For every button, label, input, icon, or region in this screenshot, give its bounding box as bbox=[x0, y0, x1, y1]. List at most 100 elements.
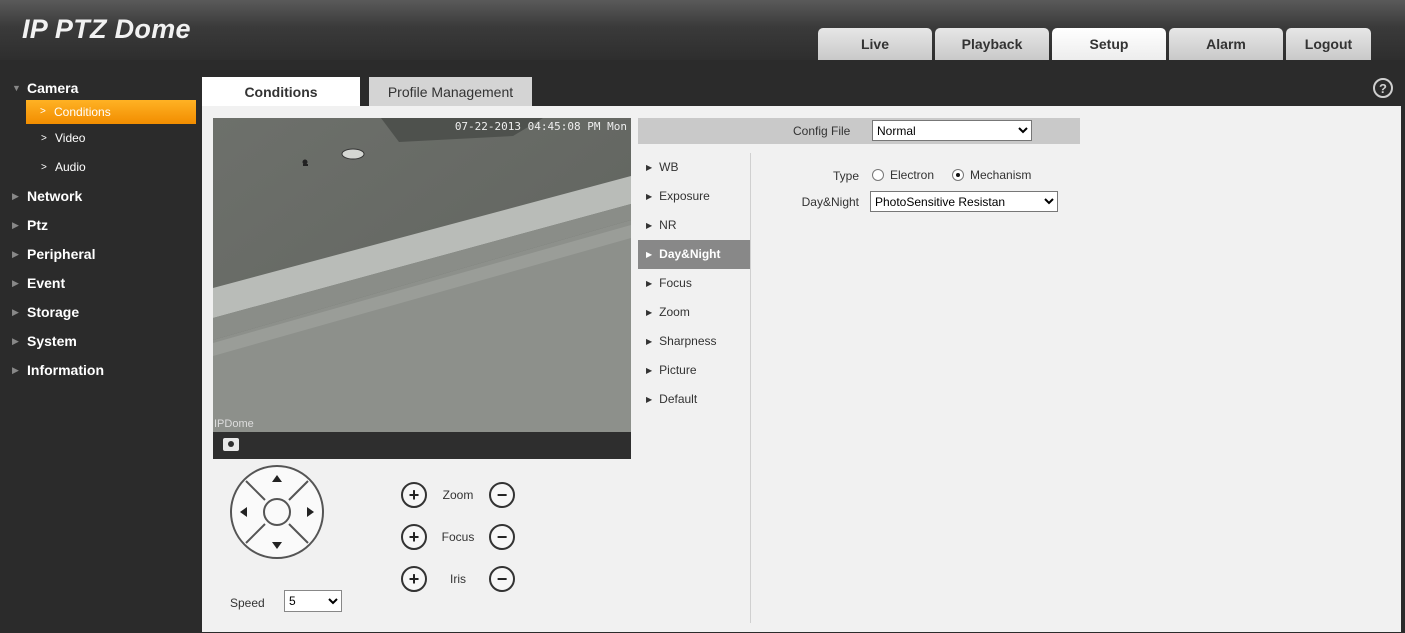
caret-right-icon: ▶ bbox=[646, 192, 653, 201]
sidebar-item-video[interactable]: > Video bbox=[0, 124, 200, 153]
caret-right-icon: ▶ bbox=[646, 308, 653, 317]
caret-right-icon: ▶ bbox=[646, 279, 653, 288]
sidebar-item-audio[interactable]: > Audio bbox=[0, 153, 200, 182]
sidebar-item-label: Video bbox=[55, 131, 86, 145]
sidebar-group-storage[interactable]: ▶ Storage bbox=[0, 298, 200, 327]
video-toolbar bbox=[213, 432, 631, 459]
menu-item-focus[interactable]: ▶ Focus bbox=[638, 269, 750, 298]
triangle-right-icon: ▶ bbox=[12, 249, 19, 259]
ptz-direction-pad[interactable] bbox=[230, 465, 324, 559]
config-file-label: Config File bbox=[793, 124, 851, 138]
sidebar-group-ptz[interactable]: ▶ Ptz bbox=[0, 211, 200, 240]
triangle-right-icon: ▶ bbox=[12, 336, 19, 346]
type-radio-electron[interactable]: Electron bbox=[872, 168, 934, 182]
app-header: IP PTZ Dome Live Playback Setup Alarm Lo… bbox=[0, 0, 1405, 60]
camera-icon[interactable] bbox=[223, 438, 239, 451]
iris-label: Iris bbox=[450, 572, 466, 586]
menu-item-daynight[interactable]: ▶ Day&Night bbox=[638, 240, 750, 269]
sidebar-group-label: Event bbox=[27, 275, 66, 291]
radio-button-selected[interactable] bbox=[952, 169, 964, 181]
help-icon[interactable]: ? bbox=[1373, 78, 1393, 98]
iris-close-button[interactable]: − bbox=[489, 566, 515, 592]
triangle-right-icon: ▶ bbox=[12, 307, 19, 317]
sidebar-group-label: Peripheral bbox=[27, 246, 96, 262]
zoom-control: + Zoom − bbox=[401, 482, 515, 508]
triangle-right-icon: ▶ bbox=[12, 220, 19, 230]
video-timestamp: 07-22-2013 04:45:08 PM Mon bbox=[454, 120, 627, 133]
sidebar-group-label: Information bbox=[27, 362, 104, 378]
sidebar-group-information[interactable]: ▶ Information bbox=[0, 356, 200, 385]
triangle-right-icon: ▶ bbox=[12, 278, 19, 288]
menu-item-sharpness[interactable]: ▶ Sharpness bbox=[638, 327, 750, 356]
caret-right-icon: ▶ bbox=[646, 250, 653, 259]
menu-item-wb[interactable]: ▶ WB bbox=[638, 153, 750, 182]
conditions-content: 07-22-2013 04:45:08 PM Mon IPDome Speed … bbox=[202, 106, 1401, 632]
sidebar-group-label: Ptz bbox=[27, 217, 48, 233]
config-file-select[interactable]: Normal bbox=[872, 120, 1032, 141]
arrow-left-icon bbox=[240, 507, 247, 517]
menu-item-nr[interactable]: ▶ NR bbox=[638, 211, 750, 240]
sidebar-group-label: Camera bbox=[27, 80, 79, 96]
menu-item-exposure[interactable]: ▶ Exposure bbox=[638, 182, 750, 211]
sidebar-group-network[interactable]: ▶ Network bbox=[0, 182, 200, 211]
menu-item-zoom[interactable]: ▶ Zoom bbox=[638, 298, 750, 327]
sidebar-group-camera[interactable]: ▼ Camera bbox=[0, 76, 200, 100]
caret-right-icon: ▶ bbox=[646, 337, 653, 346]
app-logo: IP PTZ Dome bbox=[22, 14, 191, 44]
triangle-right-icon: ▶ bbox=[12, 365, 19, 375]
menu-item-default[interactable]: ▶ Default bbox=[638, 385, 750, 414]
sidebar-group-system[interactable]: ▶ System bbox=[0, 327, 200, 356]
tab-conditions[interactable]: Conditions bbox=[202, 77, 360, 106]
speed-label: Speed bbox=[230, 596, 265, 610]
tab-alarm[interactable]: Alarm bbox=[1169, 28, 1283, 60]
type-radio-mechanism[interactable]: Mechanism bbox=[952, 168, 1031, 182]
speed-select[interactable]: 5 bbox=[284, 590, 342, 612]
type-label: Type bbox=[832, 169, 859, 183]
iris-open-button[interactable]: + bbox=[401, 566, 427, 592]
sidebar-item-label: Conditions bbox=[54, 105, 111, 119]
sidebar-group-peripheral[interactable]: ▶ Peripheral bbox=[0, 240, 200, 269]
triangle-down-icon: ▼ bbox=[12, 83, 21, 93]
zoom-label: Zoom bbox=[442, 488, 474, 502]
video-osd-name: IPDome bbox=[214, 418, 254, 430]
sidebar-item-label: Audio bbox=[55, 160, 86, 174]
triangle-right-icon: ▶ bbox=[12, 191, 19, 201]
top-nav: Live Playback Setup Alarm Logout bbox=[818, 28, 1371, 60]
arrow-right-icon bbox=[307, 507, 314, 517]
main-panel: Conditions Profile Management ? 07-22-20… bbox=[200, 60, 1403, 632]
daynight-label: Day&Night bbox=[801, 195, 859, 209]
chevron-right-icon: > bbox=[40, 106, 46, 117]
focus-label: Focus bbox=[441, 530, 475, 544]
sidebar-item-conditions[interactable]: > Conditions bbox=[26, 100, 196, 124]
zoom-out-button[interactable]: − bbox=[489, 482, 515, 508]
caret-right-icon: ▶ bbox=[646, 221, 653, 230]
zoom-in-button[interactable]: + bbox=[401, 482, 427, 508]
video-scene bbox=[213, 118, 631, 432]
config-file-bar: Config File Normal bbox=[638, 118, 1080, 144]
chevron-right-icon: > bbox=[41, 162, 47, 173]
tab-live[interactable]: Live bbox=[818, 28, 932, 60]
arrow-down-icon bbox=[272, 542, 282, 549]
focus-control: + Focus − bbox=[401, 524, 515, 550]
condition-side-menu: ▶ WB ▶ Exposure ▶ NR ▶ Day&Night ▶ Focus ▶ Zoo… bbox=[638, 153, 751, 623]
focus-near-button[interactable]: + bbox=[401, 524, 427, 550]
tab-logout[interactable]: Logout bbox=[1286, 28, 1371, 60]
chevron-right-icon: > bbox=[41, 133, 47, 144]
menu-item-picture[interactable]: ▶ Picture bbox=[638, 356, 750, 385]
tab-profile-management[interactable]: Profile Management bbox=[369, 77, 532, 106]
focus-far-button[interactable]: − bbox=[489, 524, 515, 550]
tab-setup[interactable]: Setup bbox=[1052, 28, 1166, 60]
sidebar-group-label: Network bbox=[27, 188, 83, 204]
sidebar-group-event[interactable]: ▶ Event bbox=[0, 269, 200, 298]
radio-button[interactable] bbox=[872, 169, 884, 181]
arrow-up-icon bbox=[272, 475, 282, 482]
daynight-select[interactable]: PhotoSensitive Resistan bbox=[870, 191, 1058, 212]
ptz-pad-graphic bbox=[240, 475, 314, 549]
caret-right-icon: ▶ bbox=[646, 366, 653, 375]
sub-tab-bar: Conditions Profile Management ? bbox=[200, 60, 1403, 106]
live-video[interactable]: 07-22-2013 04:45:08 PM Mon IPDome bbox=[213, 118, 631, 432]
caret-right-icon: ▶ bbox=[646, 163, 653, 172]
sidebar-group-label: System bbox=[27, 333, 77, 349]
caret-right-icon: ▶ bbox=[646, 395, 653, 404]
tab-playback[interactable]: Playback bbox=[935, 28, 1049, 60]
